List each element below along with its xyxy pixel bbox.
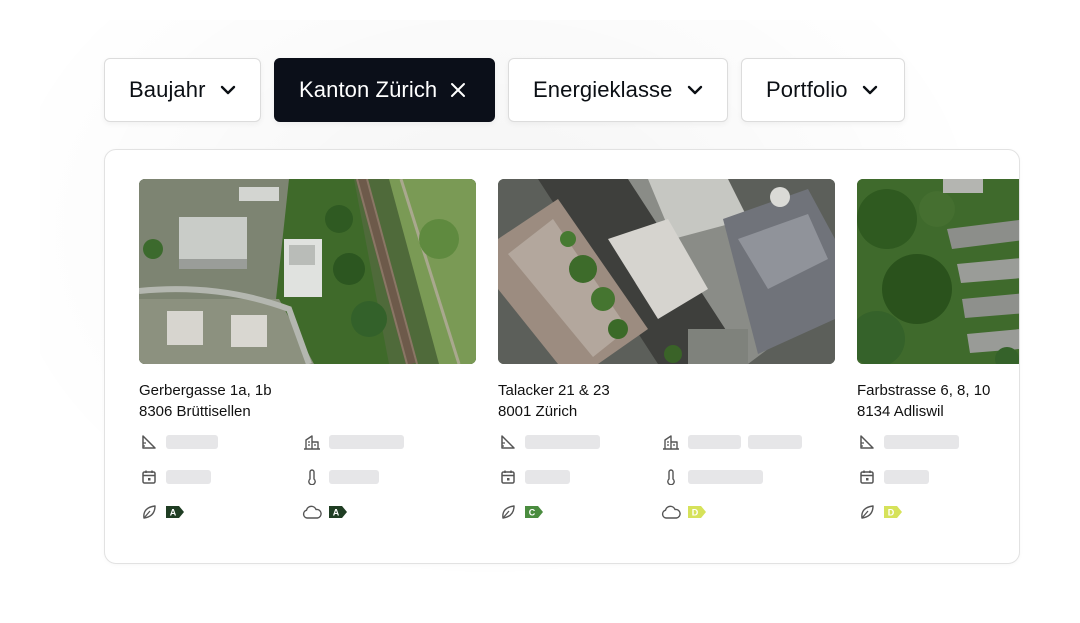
loading-placeholder	[329, 435, 404, 449]
loading-placeholder	[525, 435, 600, 449]
energy-class-letter: D	[888, 508, 895, 518]
address: Talacker 21 & 23 8001 Zürich	[498, 380, 835, 422]
chevron-down-icon	[220, 85, 236, 95]
loading-placeholder	[748, 435, 802, 449]
property-card[interactable]: Talacker 21 & 23 8001 Zürich C D	[498, 179, 835, 542]
thermometer-icon	[661, 467, 681, 487]
building-icon	[661, 432, 681, 452]
property-metrics: D	[857, 432, 1019, 542]
close-icon[interactable]	[449, 81, 467, 99]
aerial-photo	[857, 179, 1019, 364]
cloud-icon	[661, 502, 681, 522]
co2-class-badge: A	[328, 505, 348, 524]
filter-label: Portfolio	[766, 77, 848, 102]
loading-placeholder	[166, 470, 211, 484]
property-panel: Gerbergasse 1a, 1b 8306 Brüttisellen A A…	[104, 149, 1020, 564]
filter-energieklasse[interactable]: Energieklasse	[508, 58, 728, 122]
co2-class-letter: D	[692, 508, 699, 518]
leaf-icon	[498, 502, 518, 522]
energy-class-badge: C	[524, 505, 544, 524]
loading-placeholder	[329, 470, 379, 484]
property-card[interactable]: Farbstrasse 6, 8, 10 8134 Adliswil D	[857, 179, 1019, 542]
loading-placeholder	[525, 470, 570, 484]
address: Farbstrasse 6, 8, 10 8134 Adliswil	[857, 380, 1019, 422]
filter-label: Energieklasse	[533, 77, 673, 102]
address: Gerbergasse 1a, 1b 8306 Brüttisellen	[139, 380, 476, 422]
loading-placeholder	[688, 470, 763, 484]
energy-class-letter: A	[170, 508, 177, 518]
calendar-icon	[498, 467, 518, 487]
co2-class-letter: A	[333, 508, 340, 518]
address-street: Farbstrasse 6, 8, 10	[857, 382, 991, 399]
area-icon	[139, 432, 159, 452]
filter-label: Kanton Zürich	[299, 77, 438, 102]
filter-label: Baujahr	[129, 77, 206, 102]
aerial-photo	[498, 179, 835, 364]
address-city: 8306 Brüttisellen	[139, 403, 251, 420]
chevron-down-icon	[687, 85, 703, 95]
cloud-icon	[302, 502, 322, 522]
filter-kanton-zurich[interactable]: Kanton Zürich	[274, 58, 495, 122]
leaf-icon	[857, 502, 877, 522]
filter-portfolio[interactable]: Portfolio	[741, 58, 905, 122]
thermometer-icon	[302, 467, 322, 487]
aerial-photo	[139, 179, 476, 364]
address-city: 8001 Zürich	[498, 403, 578, 420]
loading-placeholder	[884, 435, 959, 449]
property-metrics: A A	[139, 432, 476, 542]
address-street: Gerbergasse 1a, 1b	[139, 382, 272, 399]
property-metrics: C D	[498, 432, 835, 542]
area-icon	[857, 432, 877, 452]
calendar-icon	[857, 467, 877, 487]
address-city: 8134 Adliswil	[857, 403, 944, 420]
leaf-icon	[139, 502, 159, 522]
building-icon	[302, 432, 322, 452]
calendar-icon	[139, 467, 159, 487]
chevron-down-icon	[862, 85, 878, 95]
loading-placeholder	[688, 435, 741, 449]
address-street: Talacker 21 & 23	[498, 382, 610, 399]
energy-class-badge: D	[883, 505, 903, 524]
energy-class-badge: A	[165, 505, 185, 524]
energy-class-letter: C	[529, 508, 536, 518]
loading-placeholder	[884, 470, 929, 484]
filter-baujahr[interactable]: Baujahr	[104, 58, 261, 122]
loading-placeholder	[166, 435, 218, 449]
area-icon	[498, 432, 518, 452]
property-card[interactable]: Gerbergasse 1a, 1b 8306 Brüttisellen A A	[139, 179, 476, 542]
co2-class-badge: D	[687, 505, 707, 524]
